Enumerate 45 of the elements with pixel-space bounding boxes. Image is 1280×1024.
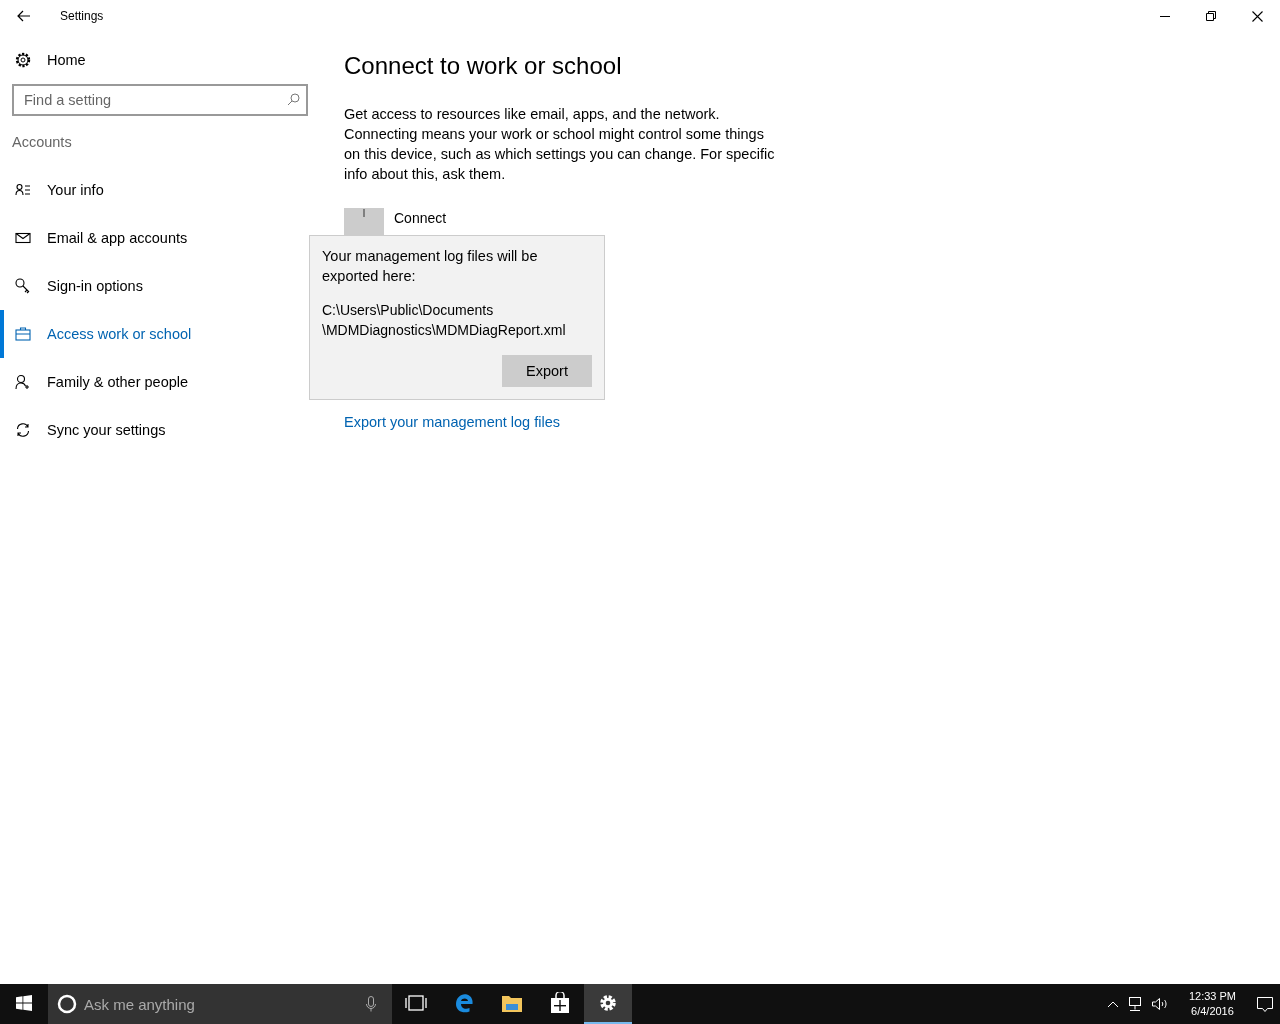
browser-e-icon [453,992,475,1014]
windows-logo-icon [16,995,32,1011]
flyout-message: Your management log files will be exported here: [322,247,539,286]
export-logs-link[interactable]: Export your management log files [344,414,560,430]
clock-time: 12:33 PM [1188,989,1236,1004]
clock-date: 6/4/2016 [1191,1004,1234,1019]
search-icon [287,93,300,106]
window-title: Settings [60,9,105,23]
gear-icon [14,51,32,69]
page-title: Connect to work or school [344,52,623,80]
microphone-icon [366,996,376,1012]
taskbar-search-field[interactable]: Ask me anything [48,984,392,1024]
minimize-icon [1160,15,1170,17]
nav-item[interactable]: Family & other people [0,358,300,406]
connect-label: Connect [394,210,447,226]
export-button[interactable]: Export [502,355,592,387]
briefcase-icon [15,326,31,342]
taskbar-app-button[interactable] [584,984,632,1024]
key-icon [15,278,31,294]
mail-icon [15,230,31,246]
sync-icon [15,422,31,438]
nav-item[interactable]: Sign-in options [0,262,300,310]
person-add-icon [15,374,31,390]
cortana-circle-icon [57,994,77,1014]
home-nav-item[interactable]: Home [0,36,320,84]
folder-icon [501,993,523,1013]
section-heading: Accounts [12,134,73,150]
settings-icon [598,993,618,1013]
task-view-icon [405,995,427,1011]
nav-item[interactable]: Sync your settings [0,406,300,454]
back-arrow-icon [17,10,31,22]
description-text: Get access to resources like email, apps, and the network. Connecting means your work or school might control some things on this device, such as which settings you can change. For specific info about this, ask them. [344,105,776,184]
restore-icon [1206,11,1216,21]
store-bag-icon [550,992,570,1014]
network-icon [1126,996,1143,1012]
close-icon [1251,10,1263,22]
nav-item[interactable]: Your info [0,166,300,214]
search-field[interactable]: Find a setting [12,84,308,116]
chevron-up-icon [1106,1000,1119,1008]
nav-item[interactable]: Email & app accounts [0,214,300,262]
person-list-icon [15,182,31,198]
nav-item[interactable]: Access work or school [0,310,300,358]
speaker-icon [1150,997,1169,1011]
export-path: C:\Users\Public\Documents \MDMDiagnostics\MDMDiagReport.xml [322,301,567,340]
notification-icon [1256,996,1274,1012]
